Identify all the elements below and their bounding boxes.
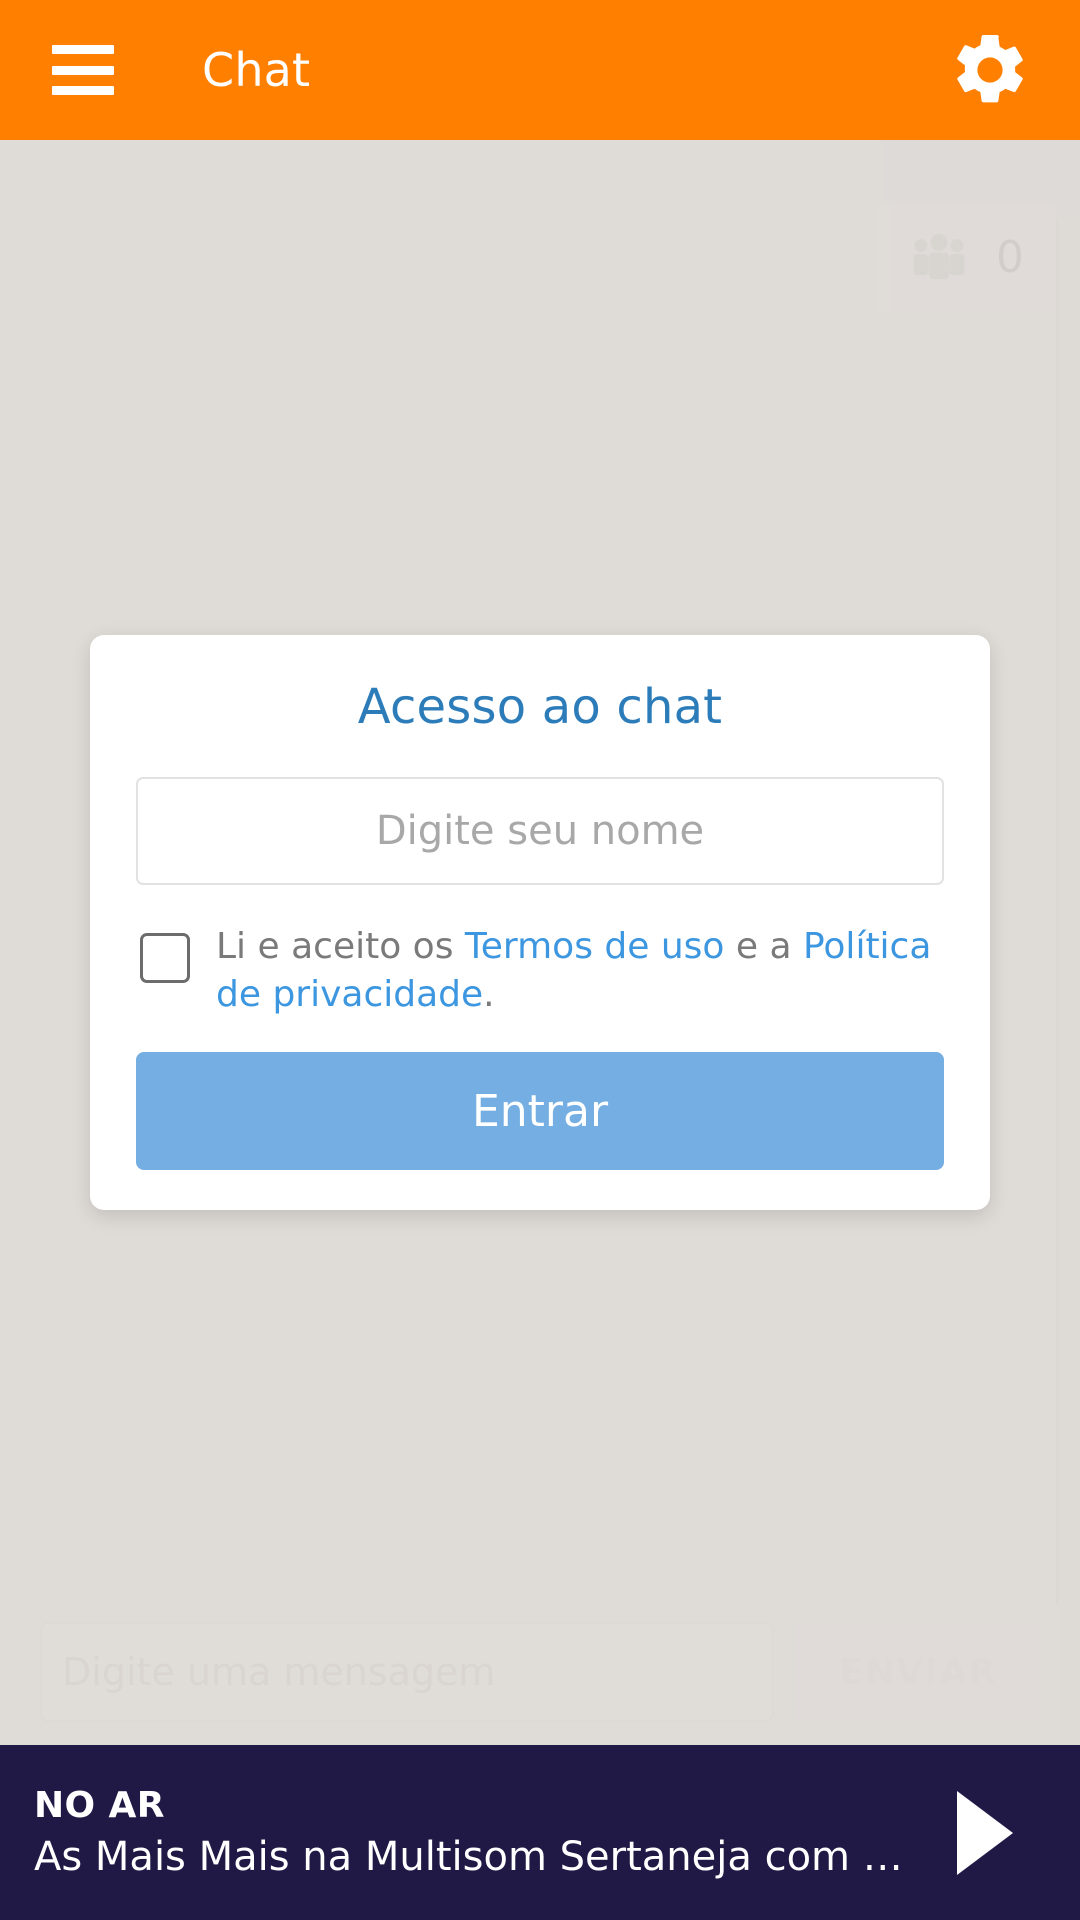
gear-icon[interactable] [942, 22, 1038, 118]
terms-text: Li e aceito os Termos de uso e a Polític… [216, 923, 944, 1018]
on-air-status: NO AR [34, 1785, 165, 1826]
play-icon[interactable] [930, 1778, 1040, 1888]
terms-of-use-link[interactable]: Termos de uso [465, 926, 725, 967]
name-input[interactable] [136, 776, 944, 885]
radio-player-bar: NO AR As Mais Mais na Multisom Sertaneja… [0, 1745, 1080, 1920]
hamburger-line [52, 86, 114, 95]
app-header: Chat [0, 0, 1080, 140]
terms-middle: e a [724, 925, 803, 967]
chat-app-screen: Chat Acesso ao chat Digite seu nome Li e… [0, 0, 1080, 1920]
terms-acceptance-row: Li e aceito os Termos de uso e a Polític… [136, 923, 944, 1018]
hamburger-menu-icon[interactable] [52, 45, 114, 95]
play-triangle [957, 1790, 1013, 1875]
now-playing-title: As Mais Mais na Multisom Sertaneja com A… [34, 1834, 930, 1880]
terms-suffix: . [483, 973, 495, 1015]
chat-access-overlay: Acesso ao chat Li e aceito os Termos de … [0, 140, 1080, 1745]
hamburger-line [52, 45, 114, 54]
page-title: Chat [202, 43, 311, 97]
terms-prefix: Li e aceito os [216, 925, 465, 967]
enter-chat-button[interactable]: Entrar [136, 1052, 944, 1171]
hamburger-line [52, 65, 114, 75]
terms-checkbox[interactable] [140, 932, 190, 983]
dialog-title: Acesso ao chat [357, 678, 723, 735]
player-info: NO AR As Mais Mais na Multisom Sertaneja… [34, 1785, 930, 1880]
chat-access-dialog: Acesso ao chat Li e aceito os Termos de … [90, 634, 990, 1211]
